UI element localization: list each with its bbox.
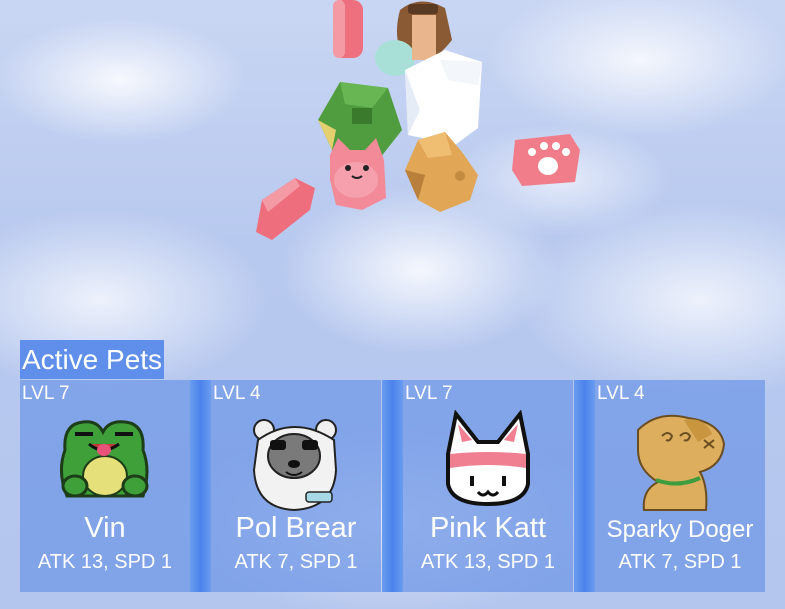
frog-icon [60,420,149,498]
card-divider [190,380,211,592]
pet-level: LVL 4 [597,383,645,404]
frog-block [318,82,402,158]
pink-paw-block-left [256,178,315,240]
pet-name: Sparky Doger [606,516,754,543]
pet-stats: ATK 7, SPD 1 [234,551,358,573]
pet-level: LVL 7 [22,383,70,404]
polar-bear-icon [252,419,338,512]
pet-level: LVL 7 [405,383,453,404]
dog-block [405,132,478,212]
pet-stats: ATK 7, SPD 1 [618,551,742,573]
card-divider [574,380,595,592]
pink-paw-block-right [512,134,580,186]
pink-paw-block-top [333,0,363,58]
game-scene [256,0,580,240]
cat-icon [446,410,530,507]
pet-stats: ATK 13, SPD 1 [37,551,173,573]
pet-level: LVL 4 [213,383,261,404]
pet-cards: LVL 7 Vin ATK 13, SPD 1 LVL 4 Pol Brear … [20,380,770,592]
active-pets-panel: Active Pets LVL 7 Vin ATK 13, SPD 1 LVL … [20,340,770,592]
pet-stats: ATK 13, SPD 1 [420,551,556,573]
pet-card-pink-katt[interactable]: LVL 7 Pink Katt ATK 13, SPD 1 [403,380,573,592]
card-divider [382,380,403,592]
pet-name: Pol Brear [235,512,357,544]
panel-title: Active Pets [20,340,165,379]
pet-card-pol-brear[interactable]: LVL 4 Pol Brear ATK 7, SPD 1 [211,380,381,592]
pet-card-sparky-doger[interactable]: LVL 4 Sparky Doger ATK 7, SPD 1 [595,380,765,592]
dog-icon [637,414,726,511]
pet-name: Vin [84,512,126,544]
pet-card-vin[interactable]: LVL 7 Vin ATK 13, SPD 1 [20,380,190,592]
pet-name: Pink Katt [429,512,547,544]
